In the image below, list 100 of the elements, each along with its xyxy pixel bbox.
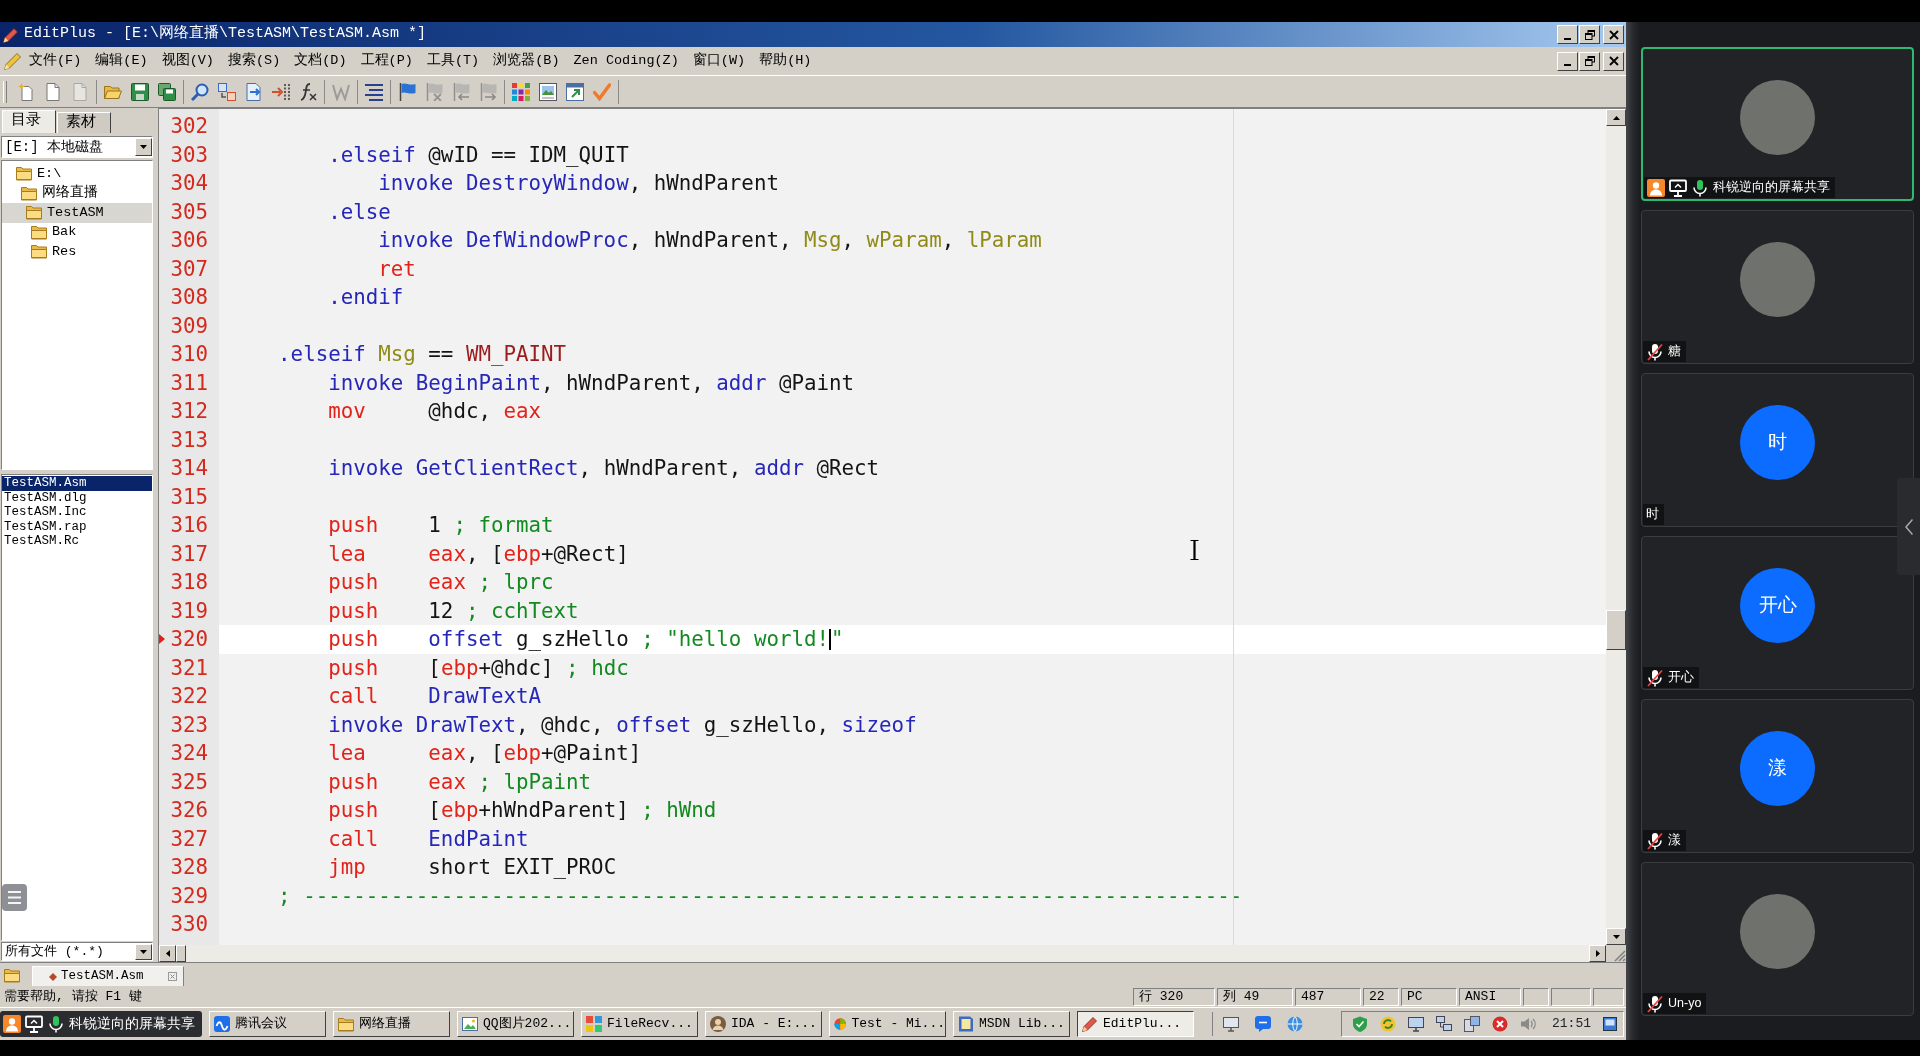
sidebar-tab[interactable]: 目录 (2, 110, 56, 133)
line-number: 324 (170, 740, 208, 767)
indent-icon[interactable] (272, 82, 290, 101)
file-list-item[interactable]: TestASM.dlg (2, 490, 152, 505)
minimize-button[interactable] (1557, 51, 1578, 71)
search-icon[interactable] (191, 82, 209, 101)
line-number: 320 (170, 626, 208, 653)
scroll-left-button[interactable] (159, 945, 176, 962)
floppy-disks-icon[interactable] (158, 82, 176, 101)
taskbar-button[interactable]: IDA - E:... (705, 1011, 822, 1037)
taskbar-button[interactable]: FileRecv... (581, 1011, 698, 1037)
function-icon[interactable] (299, 82, 317, 101)
tree-item[interactable]: Res (2, 242, 152, 262)
monitor-icon[interactable] (1223, 1016, 1239, 1032)
monitor-icon[interactable] (1408, 1016, 1424, 1032)
taskbar-button[interactable]: MSDN Lib... (953, 1011, 1070, 1037)
scroll-up-button[interactable] (1606, 109, 1626, 126)
code-line: jmp short EXIT_PROC (328, 855, 617, 879)
desktop-icon[interactable] (1603, 1017, 1617, 1031)
file-filter-dropdown[interactable]: 所有文件 (*.*) (1, 942, 153, 961)
line-number: 311 (170, 369, 208, 397)
scroll-down-button[interactable] (1606, 928, 1626, 945)
taskbar-button[interactable]: QQ图片202... (457, 1011, 574, 1037)
chat-icon[interactable] (1255, 1016, 1271, 1032)
color-grid-icon[interactable] (512, 82, 530, 101)
menu-item[interactable]: 浏览器(B) (486, 52, 567, 70)
dropdown-button[interactable] (135, 138, 152, 156)
replace-icon[interactable] (218, 82, 236, 101)
dropdown-button[interactable] (135, 943, 152, 960)
picture-icon (462, 1016, 478, 1032)
restore-button[interactable] (1579, 25, 1600, 44)
code-line: " (831, 627, 844, 651)
participant-name: Un-yo (1668, 995, 1702, 1013)
scrollbar-thumb[interactable] (1606, 610, 1626, 650)
file-icon[interactable] (44, 82, 62, 101)
line-number: 315 (170, 483, 208, 511)
menu-item[interactable]: 工具(T) (419, 52, 487, 70)
refresh-icon[interactable] (1380, 1016, 1396, 1032)
code-line: call EndPaint (328, 826, 529, 851)
left-triangle-icon (165, 950, 170, 957)
line-number: 306 (170, 227, 208, 254)
drive-dropdown[interactable]: [E:] 本地磁盘 (1, 136, 153, 158)
collapse-handle[interactable] (1897, 478, 1920, 575)
taskbar-button[interactable]: EditPlu... (1077, 1011, 1194, 1037)
list-icon[interactable] (2, 884, 27, 911)
menu-item[interactable]: 搜索(S) (220, 52, 288, 70)
file-list-item[interactable]: TestASM.Rc (2, 534, 152, 549)
tree-item[interactable]: E:\ (2, 164, 152, 184)
flag-icon[interactable] (398, 82, 416, 101)
line-number: 305 (170, 198, 208, 226)
globe-icon[interactable] (1287, 1016, 1303, 1032)
devices-icon[interactable] (1464, 1016, 1480, 1032)
menu-item[interactable]: 编辑(E) (88, 52, 155, 70)
tree-item[interactable]: Bak (2, 222, 152, 242)
taskbar-button[interactable]: Test - Mi... (829, 1011, 946, 1037)
checkmark-icon[interactable] (593, 82, 611, 101)
network-icon[interactable] (1436, 1016, 1452, 1032)
status-panel (1523, 987, 1549, 1006)
close-icon[interactable] (168, 972, 177, 981)
line-number: 302 (170, 113, 208, 140)
lines-icon[interactable] (365, 82, 383, 101)
line-number: 326 (170, 797, 208, 824)
initials-avatar: 时 (1740, 405, 1815, 480)
file-list-item[interactable]: TestASM.rap (2, 519, 152, 534)
tree-item[interactable]: 网络直播 (2, 183, 152, 203)
pencil-icon (3, 26, 19, 43)
menu-item[interactable]: 视图(V) (154, 52, 221, 70)
minimize-button[interactable] (1557, 25, 1578, 44)
document-tab[interactable]: TestASM.Asm (32, 966, 184, 986)
code-line: push [ebp+hWndParent] ; hWnd (328, 798, 717, 822)
resize-grip-icon[interactable] (1614, 950, 1626, 962)
color-wheel-icon (834, 1016, 847, 1032)
line-number: 317 (170, 540, 208, 568)
picture-frame-icon[interactable] (539, 82, 557, 101)
folder-icon[interactable] (4, 968, 20, 983)
close-button[interactable] (1603, 51, 1624, 71)
menu-item[interactable]: 帮助(H) (752, 52, 819, 70)
menu-item[interactable]: 工程(P) (353, 52, 420, 70)
code-line: push 12 ; cchText (328, 598, 579, 623)
taskbar-button[interactable]: 腾讯会议 (209, 1011, 326, 1037)
close-button[interactable] (1603, 25, 1624, 44)
shield-icon[interactable] (1352, 1016, 1368, 1032)
sidebar-tab[interactable]: 素材 (57, 112, 111, 133)
menu-item[interactable]: 文档(D) (287, 52, 354, 70)
status-panel: 行 320 (1133, 987, 1215, 1006)
scroll-right-button[interactable] (1589, 945, 1606, 962)
participant-name: 糖 (1668, 343, 1681, 361)
new-file-icon[interactable] (17, 82, 35, 101)
tree-item[interactable]: TestASM (2, 203, 152, 223)
menu-item[interactable]: Zen Coding(Z) (566, 52, 686, 70)
restore-button[interactable] (1579, 51, 1600, 71)
file-list-item[interactable]: TestASM.Inc (2, 505, 152, 520)
file-arrow-icon[interactable] (245, 82, 263, 101)
code-line: ret (378, 256, 416, 281)
error-icon[interactable] (1492, 1016, 1508, 1032)
taskbar-button[interactable]: 网络直播 (333, 1011, 450, 1037)
menu-item[interactable]: 窗口(W) (685, 52, 753, 70)
scrollbar-thumb[interactable] (176, 945, 186, 962)
file-list-item[interactable]: TestASM.Asm (2, 476, 152, 491)
menu-item[interactable]: 文件(F) (22, 52, 89, 70)
